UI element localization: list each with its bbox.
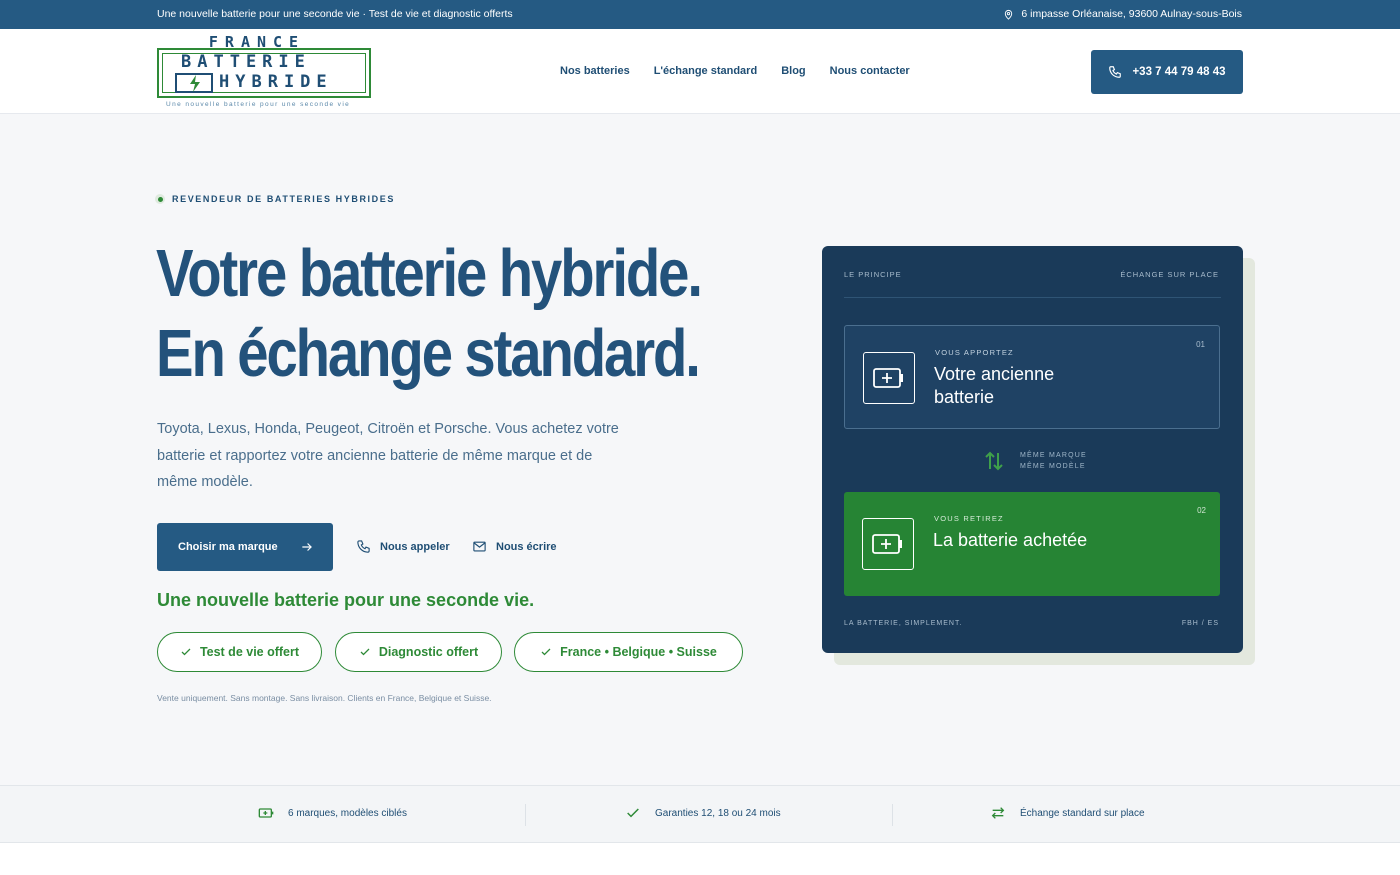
hero-title-line2: En échange standard. <box>156 316 701 391</box>
feature-divider <box>525 804 526 826</box>
nav-item-batteries[interactable]: Nos batteries <box>560 65 630 77</box>
battery-icon <box>862 518 914 570</box>
logo-tagline: Une nouvelle batterie pour une seconde v… <box>166 101 351 108</box>
top-announcement-bar: Une nouvelle batterie pour une seconde v… <box>0 0 1400 29</box>
slogan: Une nouvelle batterie pour une seconde v… <box>157 590 535 610</box>
phone-button[interactable]: +33 7 44 79 48 43 <box>1091 50 1243 94</box>
nav-item-contact[interactable]: Nous contacter <box>830 65 910 77</box>
hero-title: Votre batterie hybride. En échange stand… <box>156 234 703 394</box>
battery-icon <box>863 352 915 404</box>
feature-brands: 6 marques, modèles ciblés <box>258 805 407 821</box>
step-bring: VOUS APPORTEZ Votre ancienne batterie 01 <box>844 325 1220 429</box>
pill-diagnostic: Diagnostic offert <box>335 632 502 672</box>
card-caption-left: LE PRINCIPE <box>844 270 902 279</box>
card-caption-right: ÉCHANGE SUR PLACE <box>1120 270 1219 279</box>
swap-line1: MÊME MARQUE <box>1020 452 1087 459</box>
features-strip: 6 marques, modèles ciblés Garanties 12, … <box>0 785 1400 843</box>
pill-test: Test de vie offert <box>157 632 322 672</box>
nav-item-blog[interactable]: Blog <box>781 65 805 77</box>
mail-icon <box>473 541 486 552</box>
step2-label: VOUS RETIREZ <box>934 514 1004 523</box>
card-divider <box>844 297 1221 298</box>
hero-eyebrow: REVENDEUR DE BATTERIES HYBRIDES <box>155 194 395 204</box>
check-icon <box>181 648 191 656</box>
choose-brand-label: Choisir ma marque <box>178 541 278 553</box>
check-icon <box>541 648 551 656</box>
swap-vertical-icon <box>985 451 1003 471</box>
hero-lead: Toyota, Lexus, Honda, Peugeot, Citroën e… <box>157 421 619 490</box>
battery-bolt-icon <box>175 73 213 93</box>
arrow-right-icon <box>301 543 312 551</box>
logo-line3: HYBRIDE <box>219 72 333 92</box>
announcement-text: Une nouvelle batterie pour une seconde v… <box>157 8 513 20</box>
main-nav: Nos batteries L'échange standard Blog No… <box>560 65 910 77</box>
feature-exchange: Échange standard sur place <box>990 805 1145 821</box>
logo-frame: BATTERIE HYBRIDE <box>157 48 371 98</box>
call-link[interactable]: Nous appeler <box>356 539 450 554</box>
logo[interactable]: FRANCE BATTERIE HYBRIDE Une nouvelle bat… <box>157 33 373 111</box>
address-text: 6 impasse Orléanaise, 93600 Aulnay-sous-… <box>1021 8 1242 20</box>
principle-card: LE PRINCIPE ÉCHANGE SUR PLACE VOUS APPOR… <box>822 246 1243 653</box>
card-footer-right: FBH / ES <box>1181 620 1219 627</box>
swap-indicator: MÊME MARQUE MÊME MODÈLE <box>982 449 1087 473</box>
disclaimer-note: Vente uniquement. Sans montage. Sans liv… <box>157 693 492 703</box>
write-label: Nous écrire <box>496 540 557 553</box>
phone-icon <box>1109 66 1122 78</box>
address: 6 impasse Orléanaise, 93600 Aulnay-sous-… <box>1003 8 1242 20</box>
status-dot-icon <box>155 194 165 204</box>
site-header: FRANCE BATTERIE HYBRIDE Une nouvelle bat… <box>0 29 1400 114</box>
swap-icon <box>991 807 1005 819</box>
step1-title: Votre ancienne batterie <box>934 364 1055 407</box>
logo-line2: BATTERIE <box>181 52 311 72</box>
eyebrow-text: REVENDEUR DE BATTERIES HYBRIDES <box>172 194 395 204</box>
check-icon <box>627 808 639 818</box>
choose-brand-button[interactable]: Choisir ma marque <box>157 523 333 571</box>
step1-label: VOUS APPORTEZ <box>935 348 1014 357</box>
phone-icon <box>357 540 370 553</box>
pill-countries: France • Belgique • Suisse <box>514 632 743 672</box>
check-icon <box>360 648 370 656</box>
feature-warranty: Garanties 12, 18 ou 24 mois <box>625 805 781 821</box>
feature-divider <box>892 804 893 826</box>
call-label: Nous appeler <box>380 540 450 553</box>
hero-title-line1: Votre batterie hybride. <box>156 236 703 311</box>
step1-number: 01 <box>1196 340 1205 349</box>
battery-icon <box>258 808 274 818</box>
card-footer-left: LA BATTERIE, SIMPLEMENT. <box>844 620 963 627</box>
next-section <box>0 843 1400 875</box>
step-take: VOUS RETIREZ La batterie achetée 02 <box>844 492 1220 596</box>
step2-number: 02 <box>1197 506 1206 515</box>
write-link[interactable]: Nous écrire <box>472 539 557 554</box>
swap-line2: MÊME MODÈLE <box>1020 463 1086 470</box>
step2-title: La batterie achetée <box>933 530 1088 550</box>
nav-item-echange[interactable]: L'échange standard <box>654 65 757 77</box>
phone-number: +33 7 44 79 48 43 <box>1132 66 1226 78</box>
map-pin-icon <box>1005 9 1013 20</box>
